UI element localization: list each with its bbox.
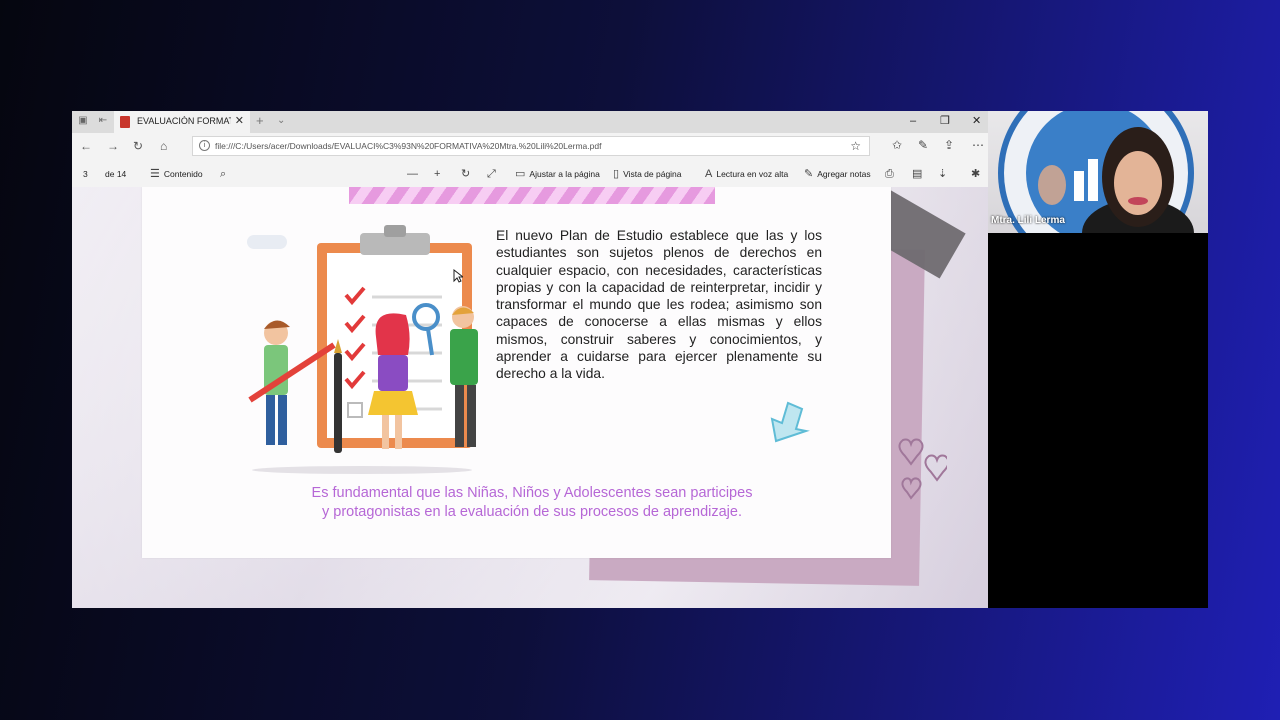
- tab-title: EVALUACIÓN FORMATIV: [137, 116, 231, 126]
- slide-highlight-line-2: y protagonistas en la evaluación de sus …: [322, 504, 742, 520]
- page-view-button[interactable]: ▯ Vista de página: [613, 168, 682, 180]
- save-as-icon[interactable]: ⇣: [938, 168, 951, 180]
- print-icon[interactable]: ⎙: [885, 168, 898, 180]
- more-icon[interactable]: ⋯: [972, 138, 984, 152]
- rotate-icon[interactable]: ↻: [461, 168, 474, 180]
- contents-button[interactable]: ☰ Contenido: [150, 168, 203, 180]
- speaker-name-label: Mtra. Lili Lerma: [991, 215, 1065, 226]
- pink-tape-decoration: [349, 187, 715, 204]
- zoom-in-icon[interactable]: +: [434, 168, 444, 180]
- set-aside-tabs-icon[interactable]: ⇤: [97, 115, 109, 127]
- new-tab-icon[interactable]: +: [256, 114, 264, 128]
- minimize-button[interactable]: –: [910, 115, 916, 127]
- zoom-out-icon[interactable]: —: [407, 168, 422, 180]
- add-notes-button[interactable]: ✎ Agregar notas: [804, 168, 871, 180]
- web-note-icon[interactable]: ✎: [918, 138, 928, 152]
- tab-bar: ▣ ⇤ EVALUACIÓN FORMATIV ✕ + ⌄ – ❐ ✕: [72, 111, 990, 133]
- list-icon: ☰: [150, 168, 160, 180]
- favorites-icon[interactable]: ✩: [892, 138, 902, 152]
- slide-highlight-text: Es fundamental que las Niñas, Niños y Ad…: [252, 484, 812, 522]
- tab-pdf[interactable]: EVALUACIÓN FORMATIV ✕: [114, 111, 250, 133]
- search-icon[interactable]: ⌕: [220, 168, 230, 180]
- forward-icon[interactable]: →: [107, 139, 119, 153]
- page-number-input[interactable]: 3: [83, 168, 88, 180]
- mouse-cursor-icon: [453, 269, 463, 283]
- url-text: file:///C:/Users/acer/Downloads/EVALUACI…: [215, 141, 602, 151]
- arrow-decoration: [770, 401, 810, 443]
- slide-page: El nuevo Plan de Estudio establece que l…: [142, 187, 947, 558]
- video-tile: Mtra. Lili Lerma: [988, 111, 1208, 608]
- pdf-viewer[interactable]: El nuevo Plan de Estudio establece que l…: [72, 187, 990, 608]
- restore-button[interactable]: ❐: [940, 115, 950, 127]
- back-icon[interactable]: ←: [80, 139, 92, 153]
- favorite-star-icon[interactable]: ☆: [850, 139, 861, 153]
- page-total: de 14: [105, 169, 127, 179]
- slide-highlight-line-1: Es fundamental que las Niñas, Niños y Ad…: [311, 485, 753, 501]
- info-icon[interactable]: i: [199, 140, 210, 151]
- home-icon[interactable]: ⌂: [160, 139, 167, 153]
- fit-page-button[interactable]: ▭ Ajustar a la página: [515, 168, 600, 180]
- pdf-file-icon: [120, 116, 130, 128]
- chevron-down-icon[interactable]: ⌄: [277, 115, 285, 126]
- close-window-button[interactable]: ✕: [972, 115, 981, 127]
- pin-toolbar-icon[interactable]: ✱: [971, 168, 984, 180]
- tab-actions-icon[interactable]: ▣: [77, 115, 89, 127]
- page-icon: ▯: [613, 168, 620, 180]
- pen-icon: ✎: [804, 168, 814, 180]
- fit-page-icon: ▭: [515, 168, 526, 180]
- close-icon[interactable]: ✕: [235, 115, 244, 127]
- url-input[interactable]: i file:///C:/Users/acer/Downloads/EVALUA…: [192, 136, 870, 156]
- address-bar: ← → ↻ ⌂ i file:///C:/Users/acer/Download…: [72, 133, 990, 159]
- refresh-icon[interactable]: ↻: [133, 139, 143, 153]
- read-aloud-icon: A: [705, 168, 713, 180]
- share-icon[interactable]: ⇪: [944, 138, 954, 152]
- hearts-decoration: [898, 438, 947, 500]
- fullscreen-icon[interactable]: ⤢: [487, 168, 500, 180]
- webcam-feed: Mtra. Lili Lerma: [988, 111, 1208, 233]
- pdf-toolbar: 3 de 14 ☰ Contenido ⌕ — + ↻ ⤢ ▭ Ajustar a …: [72, 163, 990, 185]
- checklist-illustration: [247, 225, 478, 474]
- slide-body-text: El nuevo Plan de Estudio establece que l…: [496, 228, 822, 382]
- save-icon[interactable]: ▤: [912, 168, 926, 180]
- browser-window: ▣ ⇤ EVALUACIÓN FORMATIV ✕ + ⌄ – ❐ ✕ ← → …: [72, 111, 990, 608]
- read-aloud-button[interactable]: A Lectura en voz alta: [705, 168, 788, 180]
